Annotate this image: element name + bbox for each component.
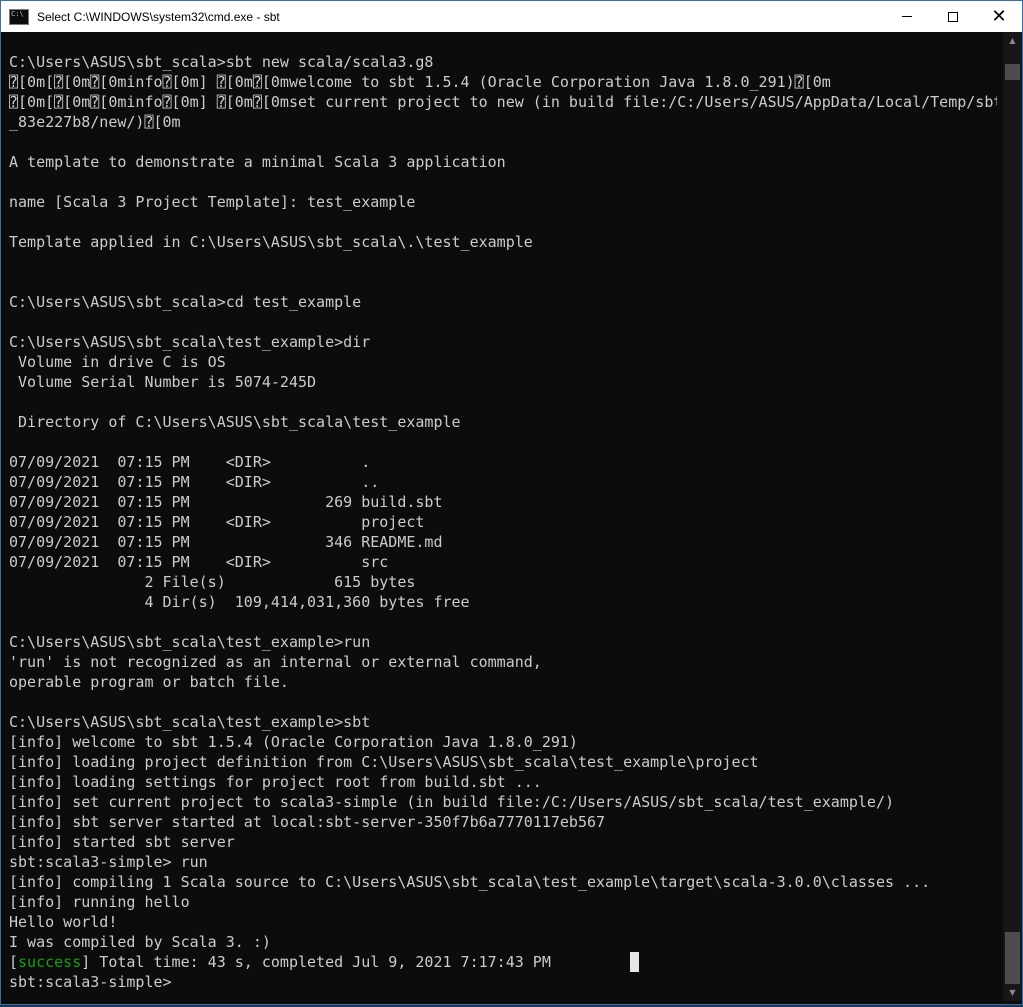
console-line: ⍰[0m[⍰[0m⍰[0minfo⍰[0m] ⍰[0m⍰[0mset curre…: [9, 93, 997, 111]
console-line: ⍰[0m[⍰[0m⍰[0minfo⍰[0m] ⍰[0m⍰[0mwelcome t…: [9, 73, 831, 91]
console-line: C:\Users\ASUS\sbt_scala>sbt new scala/sc…: [9, 53, 434, 71]
console-line: C:\Users\ASUS\sbt_scala\test_example>sbt: [9, 713, 371, 731]
close-button[interactable]: ✕: [976, 1, 1022, 32]
console-line: name [Scala 3 Project Template]: test_ex…: [9, 193, 416, 211]
console-line: _83e227b8/new/)⍰[0m: [9, 113, 181, 131]
chevron-up-icon[interactable]: ▲: [1003, 32, 1022, 49]
console-line: A template to demonstrate a minimal Scal…: [9, 153, 506, 171]
scroll-thumb[interactable]: [1005, 932, 1020, 984]
title-bar[interactable]: Select C:\WINDOWS\system32\cmd.exe - sbt…: [1, 1, 1022, 32]
console-line: 2 File(s) 615 bytes: [9, 573, 416, 591]
console-line: C:\Users\ASUS\sbt_scala\test_example>run: [9, 633, 371, 651]
console-line: [info] set current project to scala3-sim…: [9, 793, 895, 811]
cmd-window: Select C:\WINDOWS\system32\cmd.exe - sbt…: [0, 0, 1023, 1005]
success-word: success: [18, 953, 82, 971]
console-line: 07/09/2021 07:15 PM <DIR> .: [9, 453, 371, 471]
success-rest: ] Total time: 43 s, completed Jul 9, 202…: [81, 953, 551, 971]
console-line: [info] sbt server started at local:sbt-s…: [9, 813, 606, 831]
cmd-app-icon[interactable]: [9, 8, 29, 25]
console-line: 07/09/2021 07:15 PM <DIR> src: [9, 553, 389, 571]
prompt-line[interactable]: sbt:scala3-simple>: [9, 972, 997, 992]
console-line: [info] started sbt server: [9, 833, 235, 851]
console-line: 07/09/2021 07:15 PM 346 README.md: [9, 533, 443, 551]
console-line: Template applied in C:\Users\ASUS\sbt_sc…: [9, 233, 533, 251]
console-line: operable program or batch file.: [9, 673, 289, 691]
console-line: [info] running hello: [9, 893, 190, 911]
chevron-down-icon[interactable]: ▼: [1003, 984, 1022, 1001]
window-title: Select C:\WINDOWS\system32\cmd.exe - sbt: [37, 9, 280, 24]
console-line: Hello world!: [9, 913, 118, 931]
maximize-icon: [948, 11, 958, 22]
console-line: Directory of C:\Users\ASUS\sbt_scala\tes…: [9, 413, 461, 431]
minimize-icon: [902, 16, 912, 17]
console-line: 4 Dir(s) 109,414,031,360 bytes free: [9, 593, 470, 611]
console-line: [info] compiling 1 Scala source to C:\Us…: [9, 873, 931, 891]
console-line: 07/09/2021 07:15 PM <DIR> ..: [9, 473, 380, 491]
success-open: [: [9, 953, 19, 971]
close-icon: ✕: [991, 5, 1007, 27]
success-line: [success] Total time: 43 s, completed Ju…: [9, 952, 997, 972]
console-line: Volume Serial Number is 5074-245D: [9, 373, 317, 391]
console-line: 'run' is not recognized as an internal o…: [9, 653, 542, 671]
console-lines: C:\Users\ASUS\sbt_scala>sbt new scala/sc…: [9, 52, 997, 992]
console-line: [info] loading settings for project root…: [9, 773, 542, 791]
console-line: sbt:scala3-simple> run: [9, 853, 208, 871]
minimize-button[interactable]: [884, 1, 930, 32]
console-line: 07/09/2021 07:15 PM 269 build.sbt: [9, 493, 443, 511]
vertical-scrollbar[interactable]: ▲ ▼: [1003, 32, 1022, 1001]
console-line: Volume in drive C is OS: [9, 353, 226, 371]
scroll-track-marker: [1005, 64, 1020, 80]
maximize-button[interactable]: [930, 1, 976, 32]
console-line: 07/09/2021 07:15 PM <DIR> project: [9, 513, 425, 531]
console-line: C:\Users\ASUS\sbt_scala\test_example>dir: [9, 333, 371, 351]
console-line: C:\Users\ASUS\sbt_scala>cd test_example: [9, 293, 362, 311]
console-line: I was compiled by Scala 3. :): [9, 933, 271, 951]
console-line: [info] welcome to sbt 1.5.4 (Oracle Corp…: [9, 733, 578, 751]
console-output[interactable]: C:\Users\ASUS\sbt_scala>sbt new scala/sc…: [1, 32, 997, 1001]
text-cursor: [630, 952, 639, 972]
console-line: [info] loading project definition from C…: [9, 753, 759, 771]
